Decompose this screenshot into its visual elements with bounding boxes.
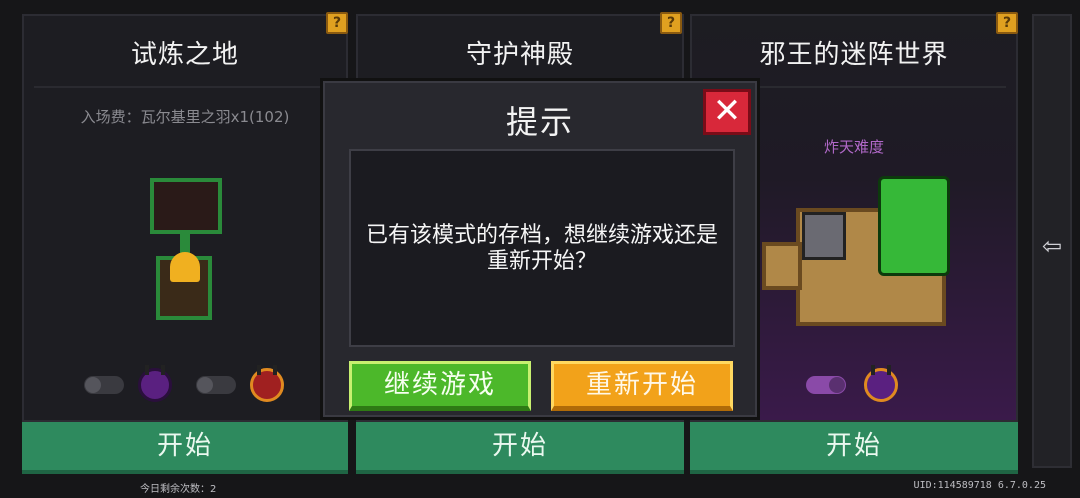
arena-bridge (762, 242, 802, 290)
start-button-trial[interactable]: 开始 (22, 422, 348, 474)
restart-button[interactable]: 重新开始 (551, 361, 733, 411)
help-button[interactable]: ? (660, 12, 682, 34)
help-button[interactable]: ? (326, 12, 348, 34)
panel-title: 试炼之地 (130, 40, 239, 70)
modifier-toggle-3[interactable] (806, 376, 846, 394)
help-button[interactable]: ? (996, 12, 1018, 34)
dialog-body: 已有该模式的存档，想继续游戏还是重新开始？ (349, 149, 735, 347)
close-icon: ✕ (712, 91, 742, 131)
demon-red-icon (250, 365, 284, 402)
modifier-toggle-1[interactable] (84, 376, 124, 394)
panel-title: 邪王的迷阵世界 (759, 40, 949, 70)
dialog-message: 已有该模式的存档，想继续游戏还是重新开始？ (365, 223, 718, 274)
evil-king-icon (878, 176, 950, 276)
modifier-toggle-2[interactable] (196, 376, 236, 394)
remaining-attempts: 今日剩余次数：2 (140, 484, 217, 495)
continue-game-button[interactable]: 继续游戏 (349, 361, 531, 411)
start-button-temple[interactable]: 开始 (356, 422, 684, 474)
exit-icon[interactable]: ⇦ (1038, 232, 1066, 260)
close-button[interactable]: ✕ (703, 89, 751, 135)
divider (34, 86, 336, 88)
knight-icon (802, 212, 846, 260)
prompt-dialog: 提示 ✕ 已有该模式的存档，想继续游戏还是重新开始？ 继续游戏 重新开始 (320, 78, 760, 420)
panel-title: 守护神殿 (465, 40, 574, 70)
demon-purple-icon (138, 365, 172, 402)
entry-fee-text: 入场费：瓦尔基里之羽x1(102) (80, 108, 290, 126)
demon-purple-icon (864, 365, 898, 402)
mode-panel-trial[interactable]: 试炼之地 入场费：瓦尔基里之羽x1(102) (22, 14, 348, 422)
dialog-title: 提示 (505, 103, 574, 141)
start-button-evil-maze[interactable]: 开始 (690, 422, 1018, 474)
flame-icon (170, 252, 200, 282)
uid-version: UID:114589718 6.7.0.25 (913, 480, 1046, 491)
boss-portrait-icon (150, 178, 222, 234)
